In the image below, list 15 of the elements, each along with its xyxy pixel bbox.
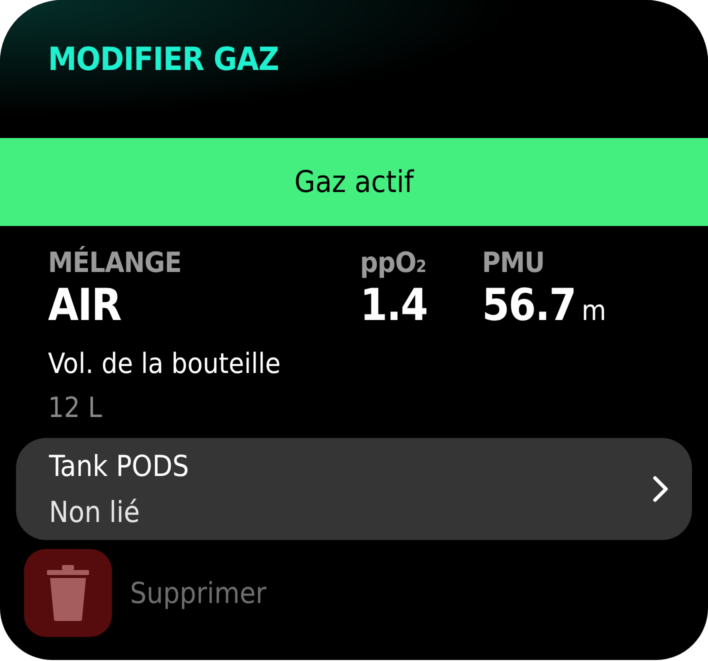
stat-value: AIR: [48, 280, 121, 332]
card-status: Non lié: [49, 494, 141, 530]
stat-label: PMU: [482, 246, 546, 280]
stat-value: 56.7: [482, 280, 576, 332]
volume-label: Vol. de la bouteille: [47, 346, 282, 382]
card-title: Tank PODS: [49, 448, 190, 484]
chevron-right-icon: [652, 475, 670, 503]
status-banner: Gaz actif: [0, 138, 708, 226]
trash-icon: [47, 565, 89, 621]
screen-title: MODIFIER GAZ: [48, 40, 279, 78]
stat-label: MÉLANGE: [48, 246, 182, 280]
volume-value: 12 L: [47, 390, 104, 426]
unit-label: m: [582, 294, 606, 327]
stat-value: 1.4: [360, 280, 428, 332]
tank-pods-card[interactable]: Tank PODS Non lié: [16, 438, 692, 540]
